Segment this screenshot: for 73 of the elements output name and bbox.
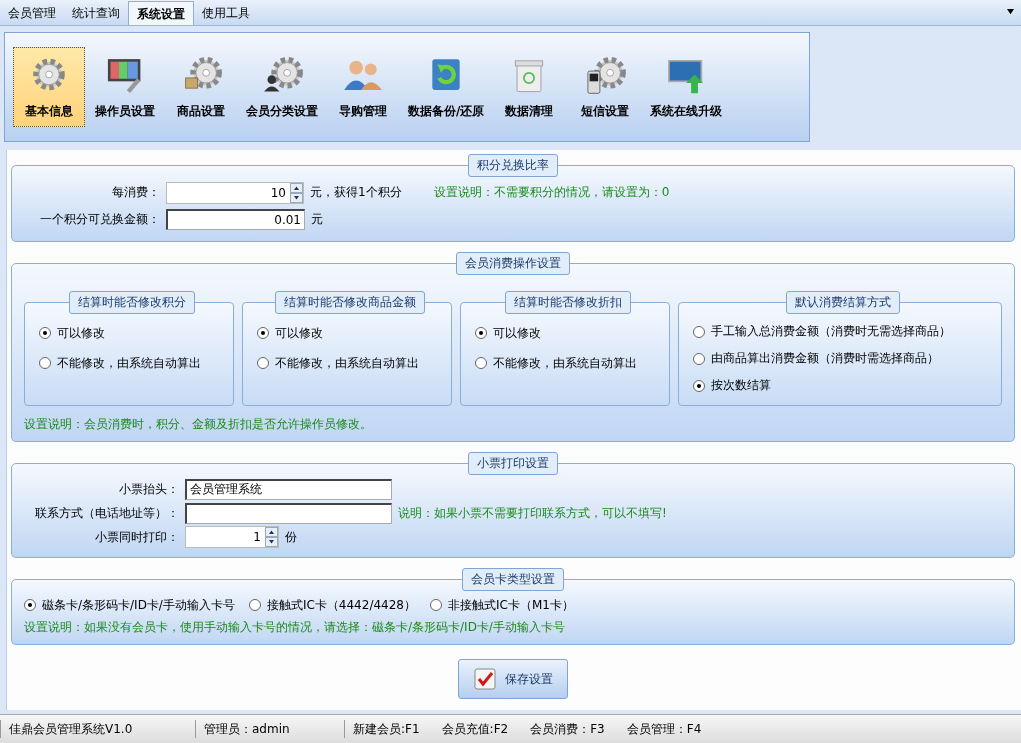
radio-option[interactable]: 可以修改 bbox=[257, 318, 443, 348]
spinner-arrows-icon[interactable] bbox=[265, 527, 278, 547]
group-title: 结算时能否修改商品金额 bbox=[275, 291, 425, 314]
field-label: 小票同时打印： bbox=[94, 528, 179, 546]
toolbar-button[interactable]: 数据清理 bbox=[493, 47, 566, 127]
radio-button[interactable] bbox=[693, 325, 705, 338]
toolbar-button[interactable]: 操作员设置 bbox=[89, 47, 161, 127]
radio-option[interactable]: 不能修改，由系统自动算出 bbox=[39, 348, 225, 378]
status-text: 佳鼎会员管理系统V1.0 bbox=[9, 720, 133, 738]
radio-option[interactable]: 按次数结算 bbox=[693, 372, 993, 399]
toolbar-button[interactable]: 基本信息 bbox=[13, 47, 85, 127]
group-title: 结算时能否修改折扣 bbox=[505, 291, 631, 314]
unit-label: 元 bbox=[311, 211, 323, 228]
radio-option[interactable]: 不能修改，由系统自动算出 bbox=[257, 348, 443, 378]
status-text: 会员管理：F4 bbox=[626, 720, 702, 738]
radio-button[interactable] bbox=[475, 327, 487, 339]
radio-option[interactable]: 由商品算出消费金额（消费时需选择商品） bbox=[693, 345, 993, 372]
group-title: 结算时能否修改积分 bbox=[69, 291, 195, 314]
save-button[interactable]: 保存设置 bbox=[458, 659, 568, 699]
status-text: 会员充值:F2 bbox=[441, 720, 509, 738]
dropdown-icon[interactable] bbox=[1006, 8, 1015, 15]
spin-field[interactable]: 10 bbox=[166, 181, 304, 204]
radio-button[interactable] bbox=[475, 357, 487, 369]
radio-button[interactable] bbox=[693, 352, 705, 365]
note-text: 设置说明：不需要积分的情况，请设置为：0 bbox=[433, 184, 670, 201]
section-title: 积分兑换比率 bbox=[468, 154, 558, 177]
field-label: 小票抬头： bbox=[118, 480, 179, 498]
toolbar-button[interactable]: 会员分类设置 bbox=[241, 47, 323, 127]
tab[interactable]: 统计查询 bbox=[64, 1, 128, 25]
input-field[interactable]: 0.01 bbox=[166, 209, 305, 230]
field-label: 一个积分可兑换金额： bbox=[39, 211, 160, 228]
spin-field[interactable]: 1 bbox=[185, 526, 279, 548]
status-text: 管理员：admin bbox=[204, 720, 290, 738]
unit-label: 元，获得1个积分 bbox=[310, 184, 402, 201]
radio-button[interactable] bbox=[429, 599, 442, 611]
toolbar-button[interactable]: 导购管理 bbox=[327, 47, 399, 127]
radio-option[interactable]: 非接触式IC卡（M1卡） bbox=[429, 593, 574, 617]
toolbar-button[interactable]: 数据备份/还原 bbox=[403, 47, 490, 127]
status-text: 新建会员:F1 bbox=[353, 720, 420, 738]
section-title: 会员卡类型设置 bbox=[462, 568, 564, 591]
field-label: 每消费： bbox=[111, 184, 160, 201]
radio-button[interactable] bbox=[39, 327, 51, 339]
input-field[interactable]: 会员管理系统 bbox=[185, 478, 392, 500]
tab[interactable]: 会员管理 bbox=[0, 1, 64, 25]
radio-option[interactable]: 磁条卡/条形码卡/ID卡/手动输入卡号 bbox=[24, 593, 235, 617]
radio-option[interactable]: 接触式IC卡（4442/4428） bbox=[248, 593, 416, 617]
radio-option[interactable]: 手工输入总消费金额（消费时无需选择商品） bbox=[693, 318, 993, 345]
status-text: 会员消费：F3 bbox=[530, 720, 605, 738]
field-label: 联系方式（电话地址等）： bbox=[34, 504, 179, 522]
spinner-arrows-icon[interactable] bbox=[290, 182, 303, 203]
unit-label: 份 bbox=[285, 528, 297, 546]
input-field[interactable] bbox=[185, 502, 392, 524]
tab[interactable]: 系统设置 bbox=[128, 1, 194, 25]
radio-button[interactable] bbox=[257, 327, 269, 339]
note-text: 说明：如果小票不需要打印联系方式，可以不填写! bbox=[398, 504, 667, 522]
radio-button[interactable] bbox=[248, 599, 261, 611]
radio-option[interactable]: 可以修改 bbox=[39, 318, 225, 348]
group-title: 默认消费结算方式 bbox=[786, 291, 900, 314]
radio-option[interactable]: 不能修改，由系统自动算出 bbox=[475, 348, 661, 378]
radio-option[interactable]: 可以修改 bbox=[475, 318, 661, 348]
radio-button[interactable] bbox=[24, 599, 36, 611]
radio-button[interactable] bbox=[693, 379, 705, 392]
radio-button[interactable] bbox=[39, 357, 51, 369]
section-title: 会员消费操作设置 bbox=[456, 252, 570, 275]
checkmark-icon bbox=[473, 667, 497, 691]
toolbar-button[interactable]: 商品设置 bbox=[165, 47, 237, 127]
note-text: 设置说明：如果没有会员卡，使用手动输入卡号的情况，请选择：磁条卡/条形码卡/ID卡/手动输入卡号 bbox=[24, 619, 566, 636]
tab[interactable]: 使用工具 bbox=[194, 1, 258, 25]
toolbar-button[interactable]: 短信设置 bbox=[569, 47, 642, 127]
toolbar-button[interactable]: 系统在线升级 bbox=[645, 47, 728, 127]
section-title: 小票打印设置 bbox=[468, 452, 558, 475]
note-text: 设置说明：会员消费时，积分、金额及折扣是否允许操作员修改。 bbox=[24, 416, 373, 433]
radio-button[interactable] bbox=[257, 357, 269, 369]
